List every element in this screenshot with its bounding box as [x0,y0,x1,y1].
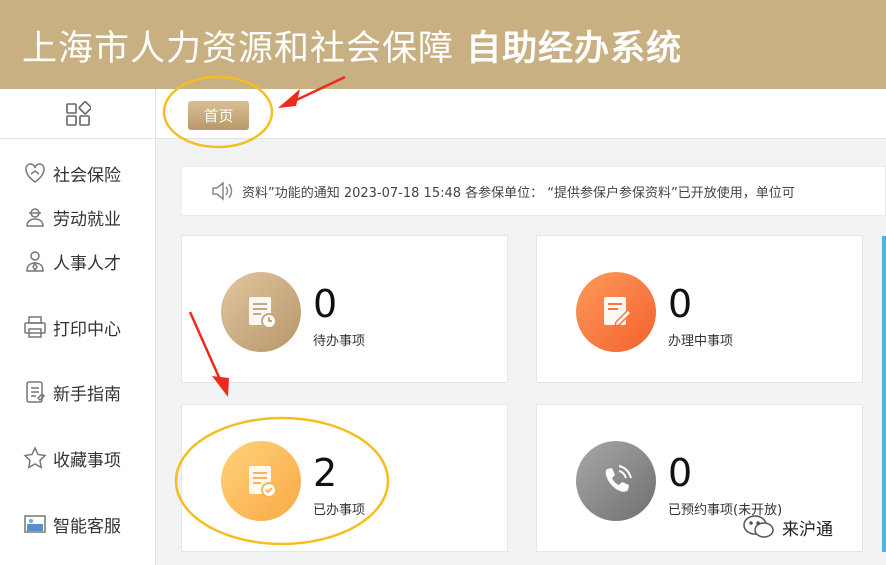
sidebar-item-label: 社会保险 [53,165,121,186]
notice-bar[interactable]: 资料”功能的通知 2023-07-18 15:48 各参保单位： “提供参保户参… [181,166,886,216]
sidebar-item-label: 新手指南 [53,384,121,405]
completed-label: 已办事项 [313,503,366,518]
sidebar-item-print-center[interactable]: 打印中心 [22,314,121,340]
sidebar-item-label: 劳动就业 [53,209,121,230]
edge-strip [882,236,886,552]
page-title: 上海市人力资源和社会保障 自助经办系统 [22,20,682,71]
pending-count: 0 [313,282,338,326]
printer-icon [22,314,48,340]
document-check-icon [249,466,277,498]
pending-circle [221,272,301,352]
sidebar-item-employment[interactable]: 劳动就业 [22,204,121,230]
document-clock-icon [249,297,277,329]
card-pending[interactable]: 0 待办事项 [181,235,508,383]
sidebar-item-label: 智能客服 [53,516,121,537]
phone-icon [605,465,632,492]
title-bold: 自助经办系统 [466,29,683,69]
in-progress-count: 0 [668,282,693,326]
notice-text: 资料”功能的通知 2023-07-18 15:48 各参保单位： “提供参保户参… [242,185,795,201]
sidebar-item-label: 人事人才 [53,253,121,274]
tab-home[interactable]: 首页 [188,101,249,130]
star-icon [22,445,48,471]
sidebar-item-guide[interactable]: 新手指南 [22,379,121,405]
app-header: 上海市人力资源和社会保障 自助经办系统 [0,0,886,89]
watermark: 来沪通 [742,514,833,540]
sidebar-item-favorites[interactable]: 收藏事项 [22,445,121,471]
sidebar-item-label: 收藏事项 [53,450,121,471]
tab-bar: 首页 [156,89,886,139]
menu-grid-button[interactable] [0,89,155,139]
in-progress-label: 办理中事项 [668,334,734,349]
title-main: 上海市人力资源和社会保障 [22,29,467,69]
completed-count: 2 [313,451,338,495]
pending-label: 待办事项 [313,334,366,349]
card-in-progress[interactable]: 0 办理中事项 [536,235,863,383]
customer-service-icon [22,511,48,537]
completed-circle [221,441,301,521]
appointments-count: 0 [668,451,693,495]
document-edit-icon [604,297,633,328]
sidebar-item-customer-service[interactable]: 智能客服 [22,511,121,537]
appointments-circle [576,441,656,521]
sidebar: 社会保险 劳动就业 人事人才 打印中心 新手指南 收藏事项 智能客服 [0,89,156,565]
grid-icon [65,100,91,126]
talent-icon [22,248,48,274]
speaker-icon [212,181,233,201]
card-completed[interactable]: 2 已办事项 [181,404,508,552]
sidebar-item-label: 打印中心 [53,319,121,340]
sidebar-item-talent[interactable]: 人事人才 [22,248,121,274]
social-insurance-icon [22,160,48,186]
wechat-icon [743,515,774,538]
watermark-text: 来沪通 [782,519,833,540]
guide-icon [22,379,48,405]
sidebar-item-social-insurance[interactable]: 社会保险 [22,160,121,186]
in-progress-circle [576,272,656,352]
employment-icon [22,204,48,230]
